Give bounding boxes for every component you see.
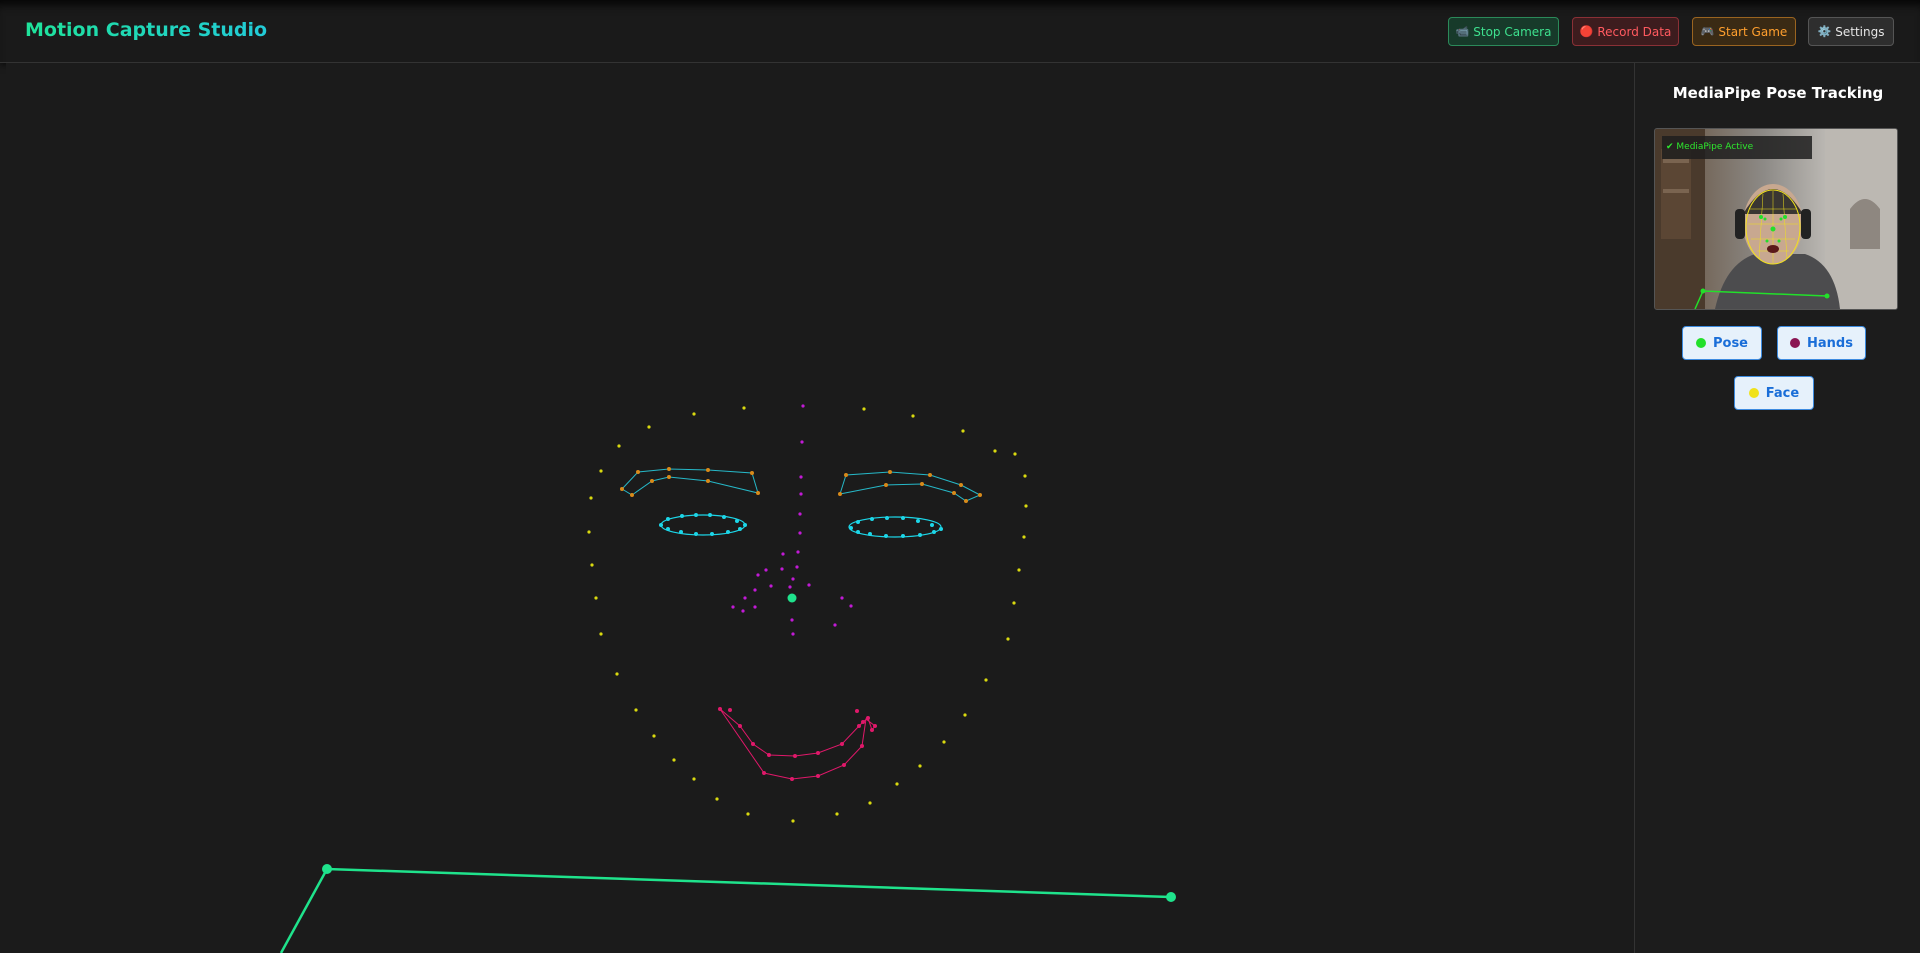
mediapipe-status-badge: ✔ MediaPipe Active: [1662, 136, 1812, 159]
landmark-canvas: [279, 404, 1176, 953]
record-data-label: Record Data: [1597, 24, 1672, 39]
nose-tip-marker: [787, 593, 797, 603]
panel-title: MediaPipe Pose Tracking: [1672, 84, 1884, 102]
stop-camera-label: Stop Camera: [1473, 24, 1552, 39]
toggle-hands[interactable]: Hands: [1777, 326, 1866, 360]
pose-skeleton: [279, 864, 1176, 953]
toggle-face-label: Face: [1765, 385, 1800, 401]
stop-camera-button[interactable]: 📹 Stop Camera: [1448, 17, 1559, 46]
camera-preview: ✔ MediaPipe Active: [1654, 128, 1898, 310]
tracking-panel: MediaPipe Pose Tracking ✔ MediaPipe Acti…: [1634, 63, 1920, 953]
record-data-button[interactable]: 🔴 Record Data: [1572, 17, 1679, 46]
gear-icon: ⚙️: [1817, 25, 1832, 38]
face-dot-icon: [1748, 388, 1759, 398]
toggle-pose[interactable]: Pose: [1682, 326, 1762, 360]
pose-dot-icon: [1695, 338, 1706, 348]
right-eyebrow: [838, 470, 982, 503]
video-camera-icon: 📹: [1455, 25, 1470, 38]
app-title: Motion Capture Studio: [25, 19, 268, 41]
hands-dot-icon: [1790, 338, 1801, 348]
start-game-label: Start Game: [1718, 24, 1788, 39]
toggle-hands-label: Hands: [1807, 335, 1853, 351]
toggle-pose-label: Pose: [1712, 335, 1748, 351]
gamepad-icon: 🎮: [1700, 25, 1715, 38]
toggle-face[interactable]: Face: [1734, 376, 1814, 410]
3d-viewport[interactable]: [6, 63, 1634, 953]
settings-button[interactable]: ⚙️ Settings: [1808, 17, 1894, 46]
left-eyebrow: [620, 467, 760, 497]
mouth: [718, 707, 877, 781]
top-bar: Motion Capture Studio 📹 Stop Camera 🔴 Re…: [0, 0, 1920, 63]
left-eye: [659, 513, 747, 536]
start-game-button[interactable]: 🎮 Start Game: [1692, 17, 1796, 46]
settings-label: Settings: [1835, 24, 1885, 39]
right-eye: [848, 516, 943, 538]
face-contour: [587, 406, 1028, 823]
record-dot-icon: 🔴: [1579, 25, 1594, 38]
